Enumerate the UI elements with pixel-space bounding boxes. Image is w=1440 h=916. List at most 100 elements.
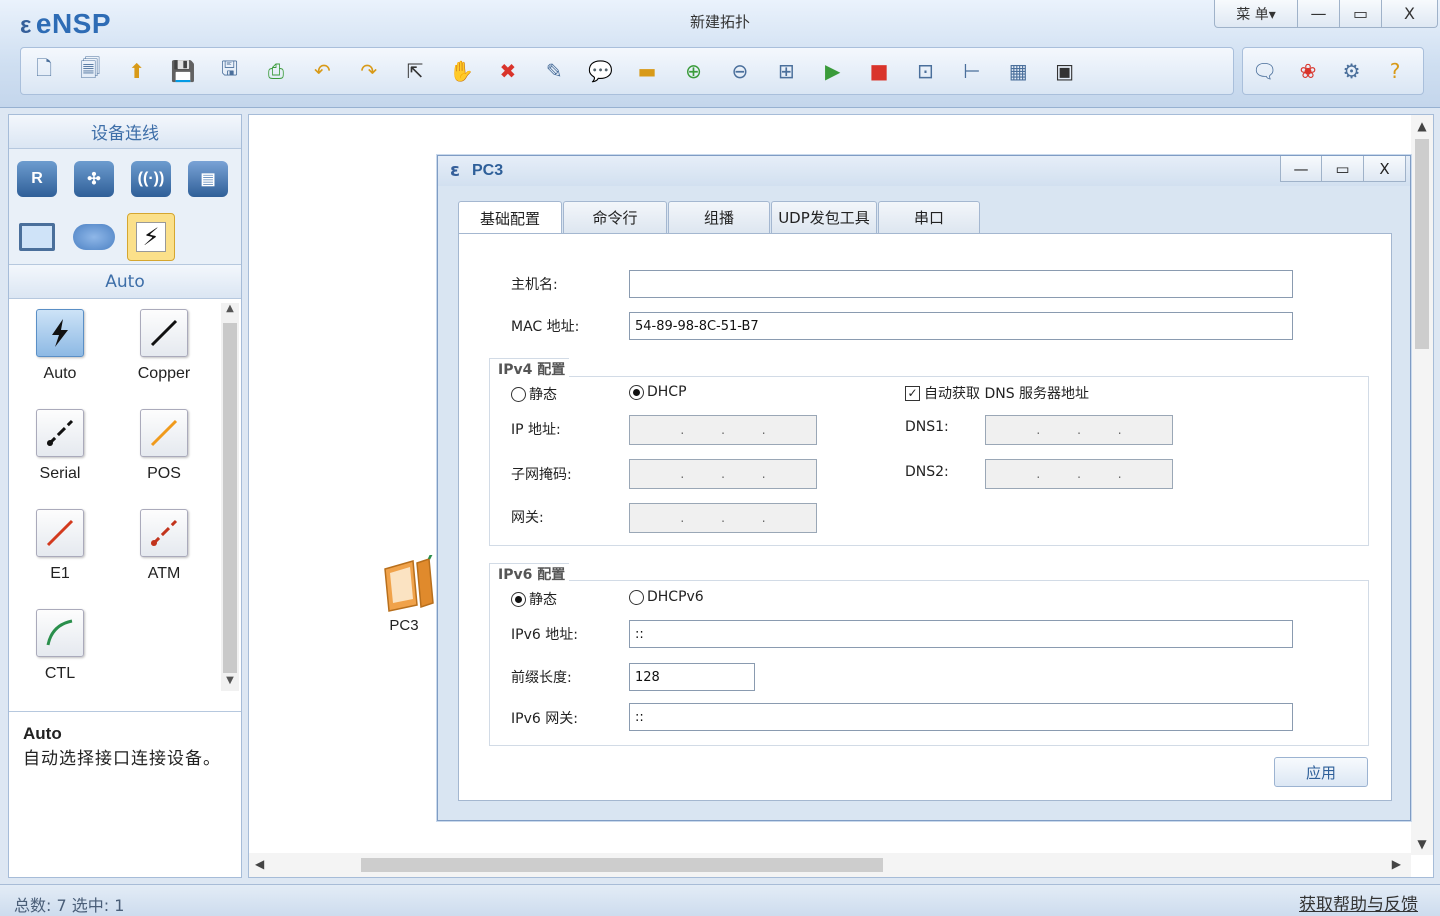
new-topology-icon[interactable]: 🗋 (27, 54, 61, 88)
cable-label: Copper (137, 365, 191, 382)
pc3-node[interactable]: PC3 (373, 546, 443, 634)
main-toolbar: 🗋 🗐 ⬆ 💾 🖫 ⎙ ↶ ↷ ⇱ ✋ ✖ ✎ 💬 ▬ ⊕ ⊖ ⊞ ▶ ■ ⊡ … (20, 47, 1234, 95)
grid-icon[interactable]: ▦ (1001, 54, 1035, 88)
console-icon[interactable]: ▣ (1048, 54, 1082, 88)
scroll-right-icon[interactable]: ▶ (1392, 857, 1401, 871)
dns1-input[interactable]: ... (985, 415, 1173, 445)
cable-list-scrollbar[interactable]: ▲ ▼ (221, 303, 239, 691)
scroll-thumb[interactable] (1415, 139, 1429, 349)
ipv6-gateway-label: IPv6 网关: (511, 711, 578, 727)
description-text: 自动选择接口连接设备。 (23, 749, 221, 769)
settings-icon[interactable]: ⚙ (1336, 54, 1367, 88)
maximize-button[interactable]: ▭ (1340, 0, 1382, 28)
minimize-button[interactable]: — (1298, 0, 1340, 28)
delete-icon[interactable]: ✖ (491, 54, 525, 88)
auto-dns-checkbox[interactable]: ✓ 自动获取 DNS 服务器地址 (905, 383, 1089, 403)
atm-cable-icon (140, 509, 188, 557)
ipv6-gateway-input[interactable]: :: (629, 703, 1293, 731)
ipv4-static-radio[interactable]: 静态 (511, 384, 557, 404)
zoom-in-icon[interactable]: ⊕ (676, 54, 710, 88)
canvas-horizontal-scrollbar[interactable]: ◀ ▶ (249, 853, 1411, 877)
ipv4-dhcp-radio[interactable]: DHCP (629, 384, 687, 400)
ipv6-address-input[interactable]: :: (629, 620, 1293, 648)
cable-auto[interactable]: Auto (15, 309, 105, 383)
stop-icon[interactable]: ■ (862, 54, 896, 88)
tab-command-line[interactable]: 命令行 (563, 201, 667, 233)
delete-link-icon[interactable]: ✎ (537, 54, 571, 88)
capture-icon[interactable]: ⊡ (908, 54, 942, 88)
cable-label: ATM (147, 565, 181, 582)
ipv6-static-radio[interactable]: 静态 (511, 589, 557, 609)
gateway-input[interactable]: ... (629, 503, 817, 533)
fit-icon[interactable]: ⊞ (769, 54, 803, 88)
scroll-down-icon[interactable]: ▼ (1411, 837, 1433, 851)
scroll-thumb[interactable] (361, 858, 883, 872)
firewall-category-icon[interactable]: ▤ (184, 155, 232, 203)
hostname-input[interactable] (629, 270, 1293, 298)
tab-basic-config[interactable]: 基础配置 (458, 201, 562, 234)
scroll-up-icon[interactable]: ▲ (221, 303, 239, 319)
topology-icon[interactable]: ⊢ (955, 54, 989, 88)
cable-category-icon[interactable]: ⚡ (127, 213, 175, 261)
dns2-input[interactable]: ... (985, 459, 1173, 489)
hand-icon[interactable]: ✋ (445, 54, 479, 88)
close-button[interactable]: X (1382, 0, 1438, 28)
ip-address-input[interactable]: ... (629, 415, 817, 445)
window-controls: 菜 单▾ — ▭ X (1214, 0, 1438, 28)
cable-ctl[interactable]: CTL (15, 609, 105, 683)
undo-icon[interactable]: ↶ (305, 54, 339, 88)
prefix-length-input[interactable]: 128 (629, 663, 755, 691)
scroll-left-icon[interactable]: ◀ (255, 857, 264, 871)
canvas-vertical-scrollbar[interactable]: ▲ ▼ (1411, 115, 1433, 855)
tab-multicast[interactable]: 组播 (668, 201, 770, 233)
dialog-title-bar[interactable]: ε PC3 — ▭ X (438, 156, 1410, 186)
help-icon[interactable]: ? (1380, 54, 1411, 88)
dns2-label: DNS2: (905, 464, 949, 480)
cable-copper[interactable]: Copper (119, 309, 209, 383)
subnet-mask-input[interactable]: ... (629, 459, 817, 489)
text-icon[interactable]: 💬 (584, 54, 618, 88)
scroll-up-icon[interactable]: ▲ (1411, 119, 1433, 133)
dialog-minimize-button[interactable]: — (1280, 156, 1322, 182)
open-icon[interactable]: ⬆ (120, 54, 154, 88)
print-icon[interactable]: ⎙ (259, 54, 293, 88)
cable-pos[interactable]: POS (119, 409, 209, 483)
dialog-close-button[interactable]: X (1364, 156, 1406, 182)
menu-button[interactable]: 菜 单▾ (1214, 0, 1298, 28)
help-feedback-link[interactable]: 获取帮助与反馈 (1299, 890, 1418, 915)
switch-category-icon[interactable]: ✣ (70, 155, 118, 203)
cable-e1[interactable]: E1 (15, 509, 105, 583)
tab-serial[interactable]: 串口 (878, 201, 980, 233)
cloud-category-icon[interactable] (70, 213, 118, 261)
rectangle-icon[interactable]: ▬ (630, 54, 664, 88)
ipv6-group-title: IPv6 配置 (489, 563, 570, 584)
cable-serial[interactable]: Serial (15, 409, 105, 483)
cable-atm[interactable]: ATM (119, 509, 209, 583)
tab-udp-tool[interactable]: UDP发包工具 (771, 201, 877, 233)
mac-input[interactable]: 54-89-98-8C-51-B7 (629, 312, 1293, 340)
ipv6-dhcpv6-radio[interactable]: DHCPv6 (629, 589, 704, 605)
apply-button[interactable]: 应用 (1274, 757, 1368, 787)
checkbox-label: 自动获取 DNS 服务器地址 (924, 386, 1090, 402)
pc3-config-dialog: ε PC3 — ▭ X 基础配置 命令行 组播 UDP发包工具 串口 主机名: … (437, 155, 1411, 821)
save-icon[interactable]: 💾 (166, 54, 200, 88)
scroll-down-icon[interactable]: ▼ (221, 675, 239, 691)
checkbox-checked-icon: ✓ (905, 385, 920, 401)
zoom-out-icon[interactable]: ⊖ (723, 54, 757, 88)
description-title: Auto (23, 724, 62, 743)
start-icon[interactable]: ▶ (816, 54, 850, 88)
radio-label: DHCP (647, 384, 687, 400)
wlan-category-icon[interactable]: ((·)) (127, 155, 175, 203)
select-icon[interactable]: ⇱ (398, 54, 432, 88)
cable-label: E1 (50, 565, 70, 582)
save-as-icon[interactable]: 🖫 (213, 54, 247, 88)
cable-list: Auto Copper Serial POS E1 ATM CTL ▲ ▼ (9, 299, 241, 695)
chat-icon[interactable]: 🗨 (1249, 54, 1280, 88)
scroll-thumb[interactable] (223, 323, 237, 673)
terminal-category-icon[interactable] (13, 213, 61, 261)
redo-icon[interactable]: ↷ (352, 54, 386, 88)
dialog-maximize-button[interactable]: ▭ (1322, 156, 1364, 182)
router-category-icon[interactable]: R (13, 155, 61, 203)
huawei-icon[interactable]: ❀ (1293, 54, 1324, 88)
new-example-icon[interactable]: 🗐 (73, 54, 107, 88)
